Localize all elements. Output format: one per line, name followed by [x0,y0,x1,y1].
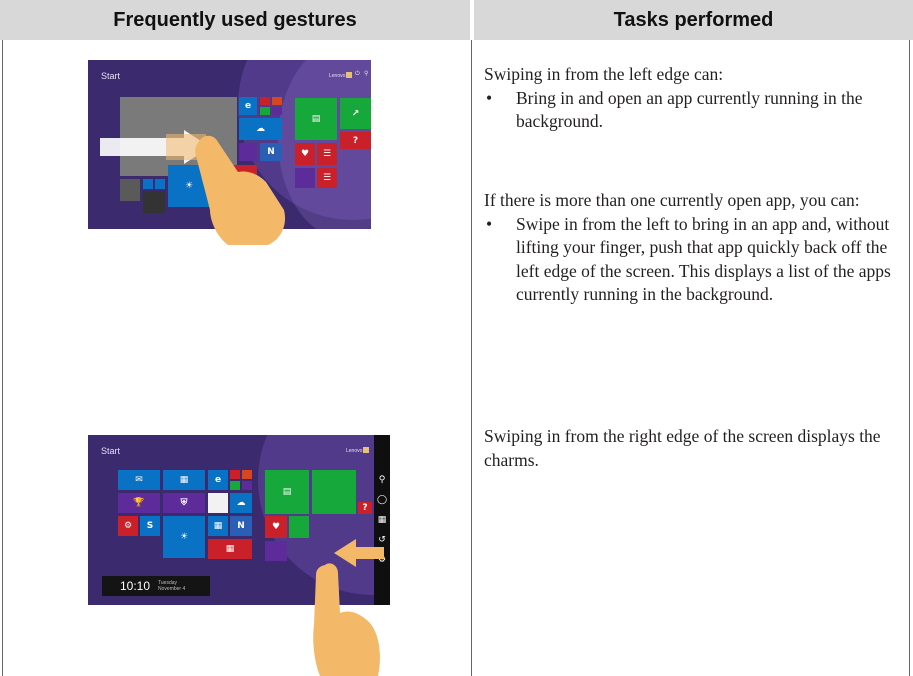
start-icon: ▦ [377,514,387,525]
list-item: • Swipe in from the left to bring in an … [484,213,904,307]
news-tile: ▦ [208,539,252,559]
ie-tile: e [239,97,257,115]
clock-date: Tuesday November 4 [158,580,185,592]
camera-tile [272,107,282,115]
games-tile [260,107,270,115]
reader-tile: ☰ [317,168,337,188]
power-icon: ⏻ [355,70,360,77]
mail-tile: ✉ [118,470,160,490]
skype-tile: S [140,516,160,536]
security-tile: ⛨ [163,493,205,513]
weather-tile: ☀ [168,165,210,207]
background-swirl [258,435,390,595]
charms-bar: ⚲ ◯ ▦ ↺ ⚙ [374,435,390,605]
games-tile [230,481,240,490]
share-icon: ◯ [376,494,388,505]
people-tile [239,143,257,161]
column-header-tasks: Tasks performed [474,0,913,40]
task-multiple-apps: If there is more than one currently open… [484,189,904,307]
maps-tile [265,541,287,561]
table-rule-left [2,40,3,676]
settings-tile [155,179,165,189]
finance-tile: ↗ [340,98,371,129]
store-tile: ▤ [295,98,337,140]
photo-small-tile [120,179,140,201]
bullet-icon: • [486,213,493,234]
bullet-icon: • [486,87,493,108]
table-rule-middle [471,40,472,676]
search-icon: ⚲ [378,474,386,485]
skype-tile [143,179,153,189]
help-tile: ? [358,502,372,514]
video-tile [260,97,270,105]
start-screen-image-left-swipe: Start Lenovo ⏻ ⚲ e ☁ ▤ ↗ ? N ♥ ☰ ☀ ☰ [88,60,371,229]
pc-tile: ▦ [208,516,228,536]
start-label: Start [101,446,121,456]
devices-icon: ↺ [378,534,386,545]
bullet-text: Swipe in from the left to bring in an ap… [516,213,891,305]
task-intro: If there is more than one currently open… [484,190,860,210]
settings-icon: ⚙ [377,554,387,565]
task-left-edge: Swiping in from the left edge can: • Bri… [484,63,904,134]
ie-tile: e [208,470,228,490]
onenote-tile: N [230,516,252,536]
photo-app-tile [208,493,228,513]
start-screen-image-right-swipe: Start Lenovo ✉ ▦ e ▤ 🏆 ⛨ ☁ ? ⚙ S ☀ ▦ N ♥… [88,435,390,605]
task-text: Swiping in from the right edge of the sc… [484,426,881,470]
weather-tile: ☀ [163,516,205,558]
calendar-tile: ▦ [163,470,205,490]
desktop-tile [143,191,165,213]
clock-time: 10:10 [120,579,151,593]
task-right-edge: Swiping in from the right edge of the sc… [484,425,904,472]
onenote-tile: N [260,143,282,161]
table-rule-right [909,40,910,676]
avatar [363,447,369,453]
user-name: Lenovo [329,73,346,79]
column-header-gestures: Frequently used gestures [0,0,470,40]
settings-tile: ⚙ [118,516,138,536]
food-tile [289,516,309,538]
news-tile [213,165,257,207]
finance-tile [312,470,356,514]
clock-month-day: November 4 [158,586,186,592]
help-tile: ? [340,132,371,149]
avatar [346,72,352,78]
user-name: Lenovo [346,448,363,454]
start-label: Start [101,71,121,81]
music-tile [272,97,282,105]
camera-tile [242,481,252,490]
bullet-text: Bring in and open an app currently runni… [516,87,863,132]
list-item: • Bring in and open an app currently run… [484,87,904,134]
lock-clock: 10:10 Tuesday November 4 [102,576,210,596]
music-tile [242,470,252,479]
onedrive-tile: ☁ [239,118,282,140]
maps-tile [295,168,315,188]
food-tile: ☰ [317,143,337,165]
health-tile: ♥ [295,143,315,165]
health-tile: ♥ [265,516,287,538]
onedrive-tile: ☁ [230,493,252,513]
store-tile: ▤ [265,470,309,514]
task-intro: Swiping in from the left edge can: [484,64,724,84]
sport-tile: 🏆 [118,493,160,513]
search-icon: ⚲ [364,70,369,77]
video-tile [230,470,240,479]
